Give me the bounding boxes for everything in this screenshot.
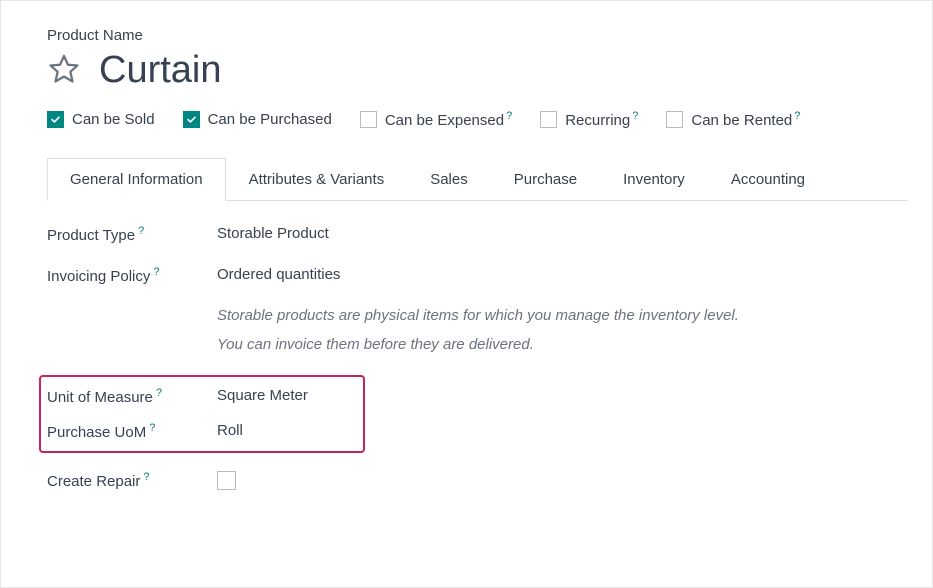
checkbox-label: Can be Expensed? xyxy=(385,110,512,129)
checkbox-label: Can be Sold xyxy=(72,111,155,128)
invoicing-policy-value[interactable]: Ordered quantities xyxy=(217,266,340,283)
uom-highlight-box: Unit of Measure? Square Meter Purchase U… xyxy=(39,375,365,453)
help-icon[interactable]: ? xyxy=(143,471,149,483)
checkbox-label: Recurring? xyxy=(565,110,638,129)
help-icon[interactable]: ? xyxy=(149,422,155,434)
product-options-row: Can be Sold Can be Purchased Can be Expe… xyxy=(47,110,908,129)
can-be-expensed-checkbox[interactable]: Can be Expensed? xyxy=(360,110,512,129)
tab-general-information[interactable]: General Information xyxy=(47,158,226,201)
help-icon[interactable]: ? xyxy=(156,387,162,399)
tab-attributes-variants[interactable]: Attributes & Variants xyxy=(226,158,408,201)
help-icon[interactable]: ? xyxy=(794,110,800,122)
checkbox-checked-icon xyxy=(183,111,200,128)
product-name-label: Product Name xyxy=(47,27,908,44)
unit-of-measure-field: Unit of Measure? Square Meter xyxy=(47,387,357,406)
field-description-line-1: Storable products are physical items for… xyxy=(217,307,908,324)
field-label: Unit of Measure? xyxy=(47,387,217,406)
checkbox-label: Can be Purchased xyxy=(208,111,332,128)
can-be-rented-checkbox[interactable]: Can be Rented? xyxy=(666,110,800,129)
help-icon[interactable]: ? xyxy=(138,225,144,237)
field-label: Invoicing Policy? xyxy=(47,266,217,285)
product-title[interactable]: Curtain xyxy=(99,50,222,92)
product-type-field: Product Type? Storable Product xyxy=(47,225,908,244)
checkbox-unchecked-icon xyxy=(666,111,683,128)
product-form: Product Name Curtain Can be Sold Can be … xyxy=(0,0,933,588)
purchase-uom-field: Purchase UoM? Roll xyxy=(47,422,357,441)
product-type-value[interactable]: Storable Product xyxy=(217,225,329,242)
help-icon[interactable]: ? xyxy=(153,266,159,278)
checkbox-unchecked-icon xyxy=(360,111,377,128)
can-be-purchased-checkbox[interactable]: Can be Purchased xyxy=(183,111,332,128)
tab-accounting[interactable]: Accounting xyxy=(708,158,828,201)
title-row: Curtain xyxy=(47,50,908,92)
tab-sales[interactable]: Sales xyxy=(407,158,491,201)
help-icon[interactable]: ? xyxy=(632,110,638,122)
field-label: Purchase UoM? xyxy=(47,422,217,441)
field-description-line-2: You can invoice them before they are del… xyxy=(217,336,908,353)
create-repair-field: Create Repair? xyxy=(47,471,908,490)
invoicing-policy-field: Invoicing Policy? Ordered quantities xyxy=(47,266,908,285)
checkbox-label: Can be Rented? xyxy=(691,110,800,129)
field-label: Product Type? xyxy=(47,225,217,244)
tab-inventory[interactable]: Inventory xyxy=(600,158,708,201)
checkbox-checked-icon xyxy=(47,111,64,128)
help-icon[interactable]: ? xyxy=(506,110,512,122)
recurring-checkbox[interactable]: Recurring? xyxy=(540,110,638,129)
purchase-uom-value[interactable]: Roll xyxy=(217,422,243,439)
tab-purchase[interactable]: Purchase xyxy=(491,158,600,201)
form-tabs: General Information Attributes & Variant… xyxy=(47,157,908,201)
can-be-sold-checkbox[interactable]: Can be Sold xyxy=(47,111,155,128)
favorite-star-icon[interactable] xyxy=(47,52,81,90)
unit-of-measure-value[interactable]: Square Meter xyxy=(217,387,308,404)
field-label: Create Repair? xyxy=(47,471,217,490)
checkbox-unchecked-icon xyxy=(540,111,557,128)
create-repair-checkbox[interactable] xyxy=(217,471,236,490)
